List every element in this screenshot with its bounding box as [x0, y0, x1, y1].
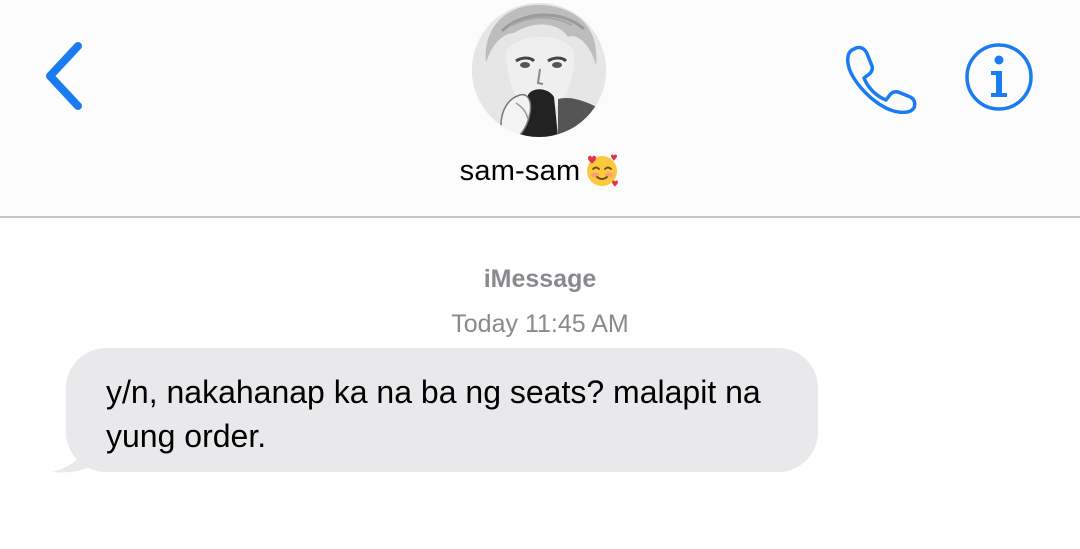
- call-button[interactable]: [842, 42, 918, 115]
- info-icon: [965, 43, 1033, 111]
- contact-name-row[interactable]: sam-sam: [0, 152, 1080, 188]
- timestamp-time: 11:45 AM: [524, 310, 629, 338]
- incoming-message[interactable]: y/n, nakahanap ka na ba ng seats? malapi…: [44, 348, 824, 478]
- message-bubble: y/n, nakahanap ka na ba ng seats? malapi…: [66, 348, 818, 472]
- messages-screen: sam-sam iMessage Today 11:45 AM y/n, nak…: [0, 0, 1080, 549]
- chevron-left-icon: [46, 42, 82, 110]
- message-timestamp: Today 11:45 AM: [0, 310, 1080, 339]
- back-button[interactable]: [38, 38, 94, 114]
- info-button[interactable]: [962, 40, 1036, 114]
- phone-icon: [846, 45, 917, 115]
- avatar-image: [472, 3, 606, 137]
- contact-avatar[interactable]: [472, 3, 606, 137]
- service-label: iMessage: [483, 265, 597, 293]
- contact-name: sam-sam: [459, 155, 581, 187]
- timestamp-day: Today: [451, 310, 518, 338]
- conversation-header: sam-sam: [0, 0, 1080, 218]
- smiling-face-with-hearts-icon: [584, 152, 620, 188]
